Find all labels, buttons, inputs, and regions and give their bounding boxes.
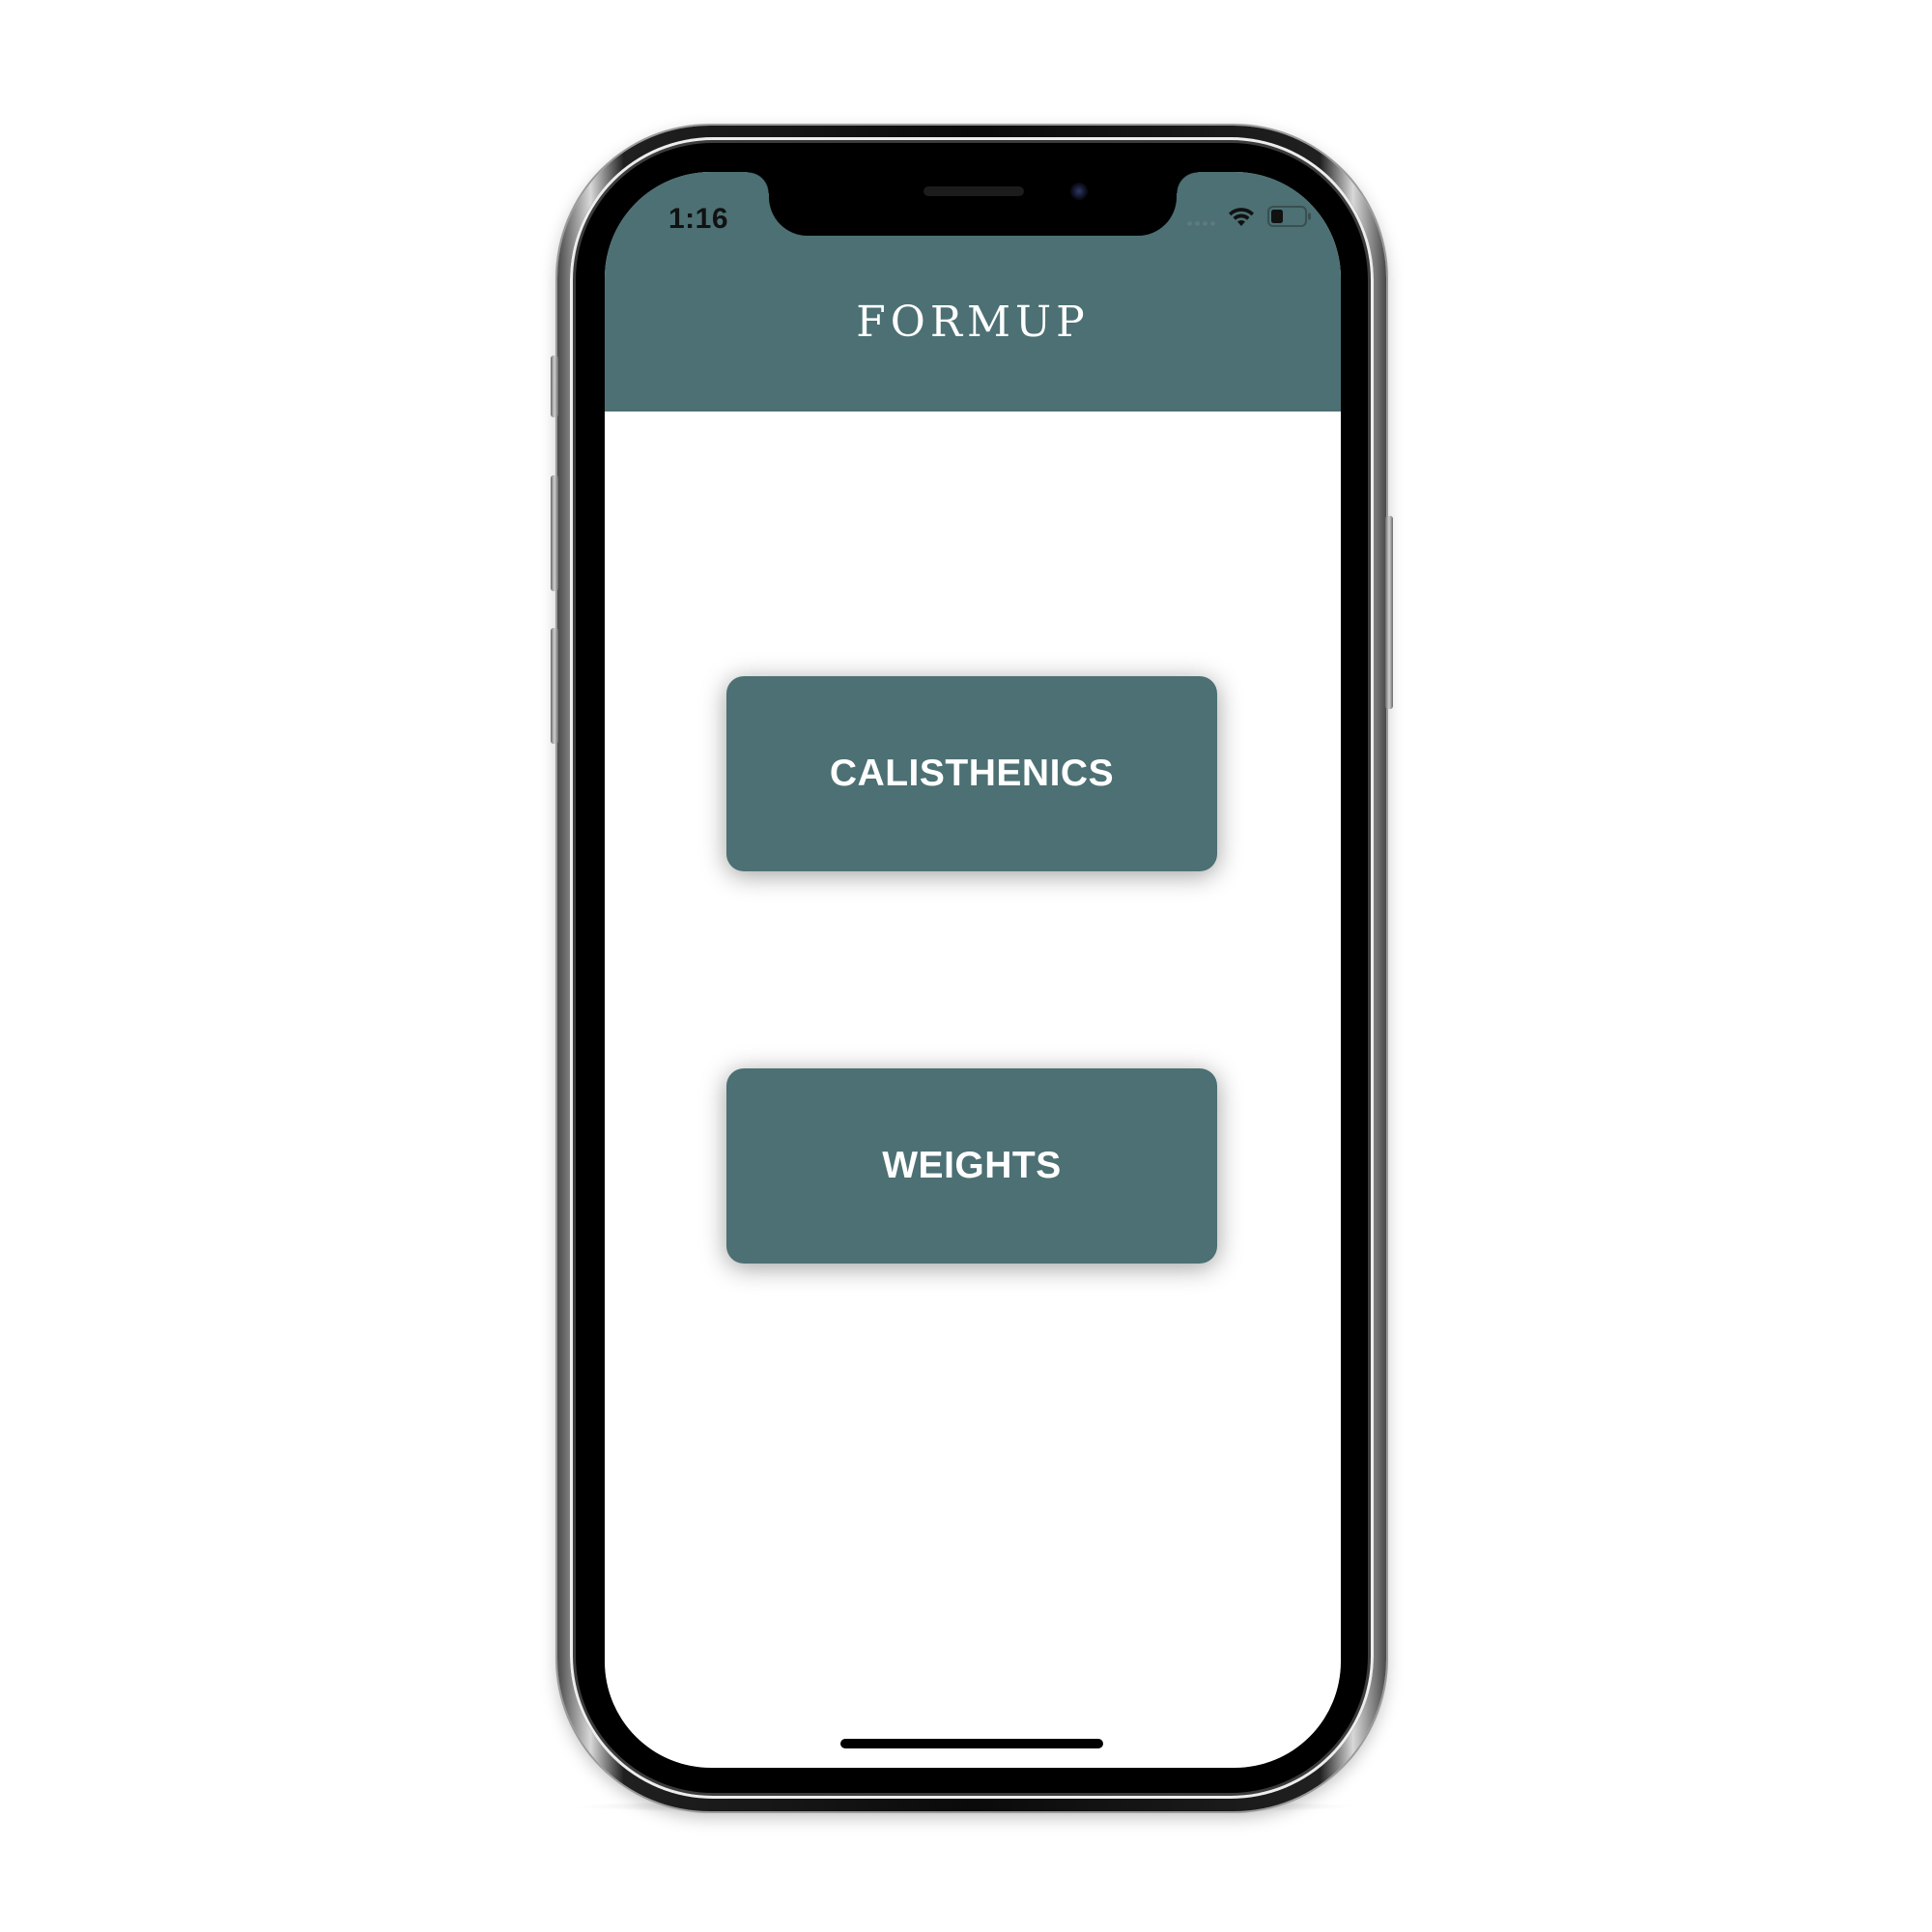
front-camera [1070,183,1088,200]
weights-button[interactable]: WEIGHTS [726,1068,1217,1264]
calisthenics-button-label: CALISTHENICS [829,753,1115,794]
phone-screen: 1:16 FORMUP CALISTHENICS WEIGHTS [605,172,1341,1768]
phone-notch [748,172,1198,236]
home-indicator[interactable] [840,1739,1103,1748]
app-header: 1:16 FORMUP [605,172,1341,412]
wifi-icon [1229,208,1254,226]
stage: 1:16 FORMUP CALISTHENICS WEIGHTS [0,0,1932,1932]
earpiece-speaker [923,186,1024,196]
phone-volume-down-button [551,628,558,744]
status-time: 1:16 [668,203,729,235]
calisthenics-button[interactable]: CALISTHENICS [726,676,1217,871]
signal-dots-icon [1187,207,1215,226]
battery-icon [1267,206,1311,227]
phone-volume-up-button [551,475,558,591]
weights-button-label: WEIGHTS [882,1145,1062,1186]
status-icons [1187,205,1312,228]
app-title: FORMUP [856,298,1090,347]
phone-power-button [1385,516,1393,709]
phone-silent-switch [551,355,558,417]
